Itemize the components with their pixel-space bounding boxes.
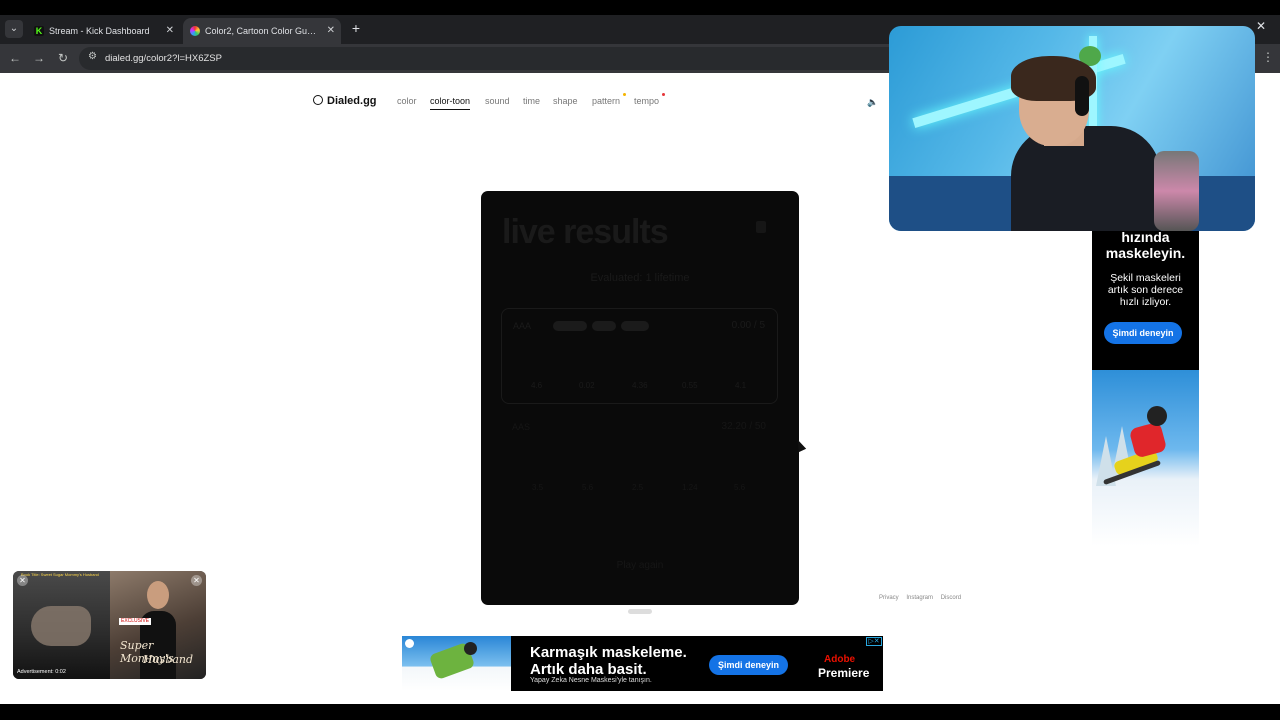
badge — [592, 321, 616, 331]
exclusive-badge: EXCLUSIVE — [119, 618, 152, 625]
ad-close-icon[interactable]: ▷✕ — [866, 637, 882, 646]
close-icon[interactable]: ✕ — [166, 18, 174, 44]
tab-title: Stream - Kick Dashboard — [49, 26, 150, 36]
footer-link-privacy[interactable]: Privacy — [879, 595, 899, 601]
url-text[interactable]: dialed.gg/color2?l=HX6ZSP — [105, 47, 222, 70]
banner-tagline: Yapay Zeka Nesne Maskesi'yle tanışın. — [530, 677, 652, 684]
banner-headline-line: Artık daha basit. — [530, 661, 647, 678]
round-value: 5.6 — [582, 483, 594, 492]
color-wheel-icon — [190, 26, 200, 36]
ad-cta-button[interactable]: Şimdi deneyin — [1104, 322, 1182, 344]
reload-icon[interactable]: ↻ — [55, 50, 71, 66]
share-icon[interactable] — [756, 221, 766, 233]
ad-headline: hızında maskeleyin. — [1092, 229, 1199, 261]
drawer-handle[interactable] — [628, 609, 652, 614]
round-value: 3.5 — [532, 483, 544, 492]
logo-icon — [313, 95, 323, 105]
snowboarder-image — [1092, 370, 1199, 546]
round-value: 4.6 — [531, 381, 543, 390]
video-ad-caption: Book Title: Sweet Sugar Mommy's Husband — [21, 572, 99, 577]
tab-kick-dashboard[interactable]: K Stream - Kick Dashboard ✕ — [27, 18, 180, 44]
round-value: 0.55 — [682, 381, 698, 390]
new-dot — [623, 93, 626, 96]
side-ad[interactable]: hızında maskeleyin. Şekil maskeleri artı… — [1092, 229, 1199, 546]
round-value: 2.5 — [632, 483, 644, 492]
round-value: 5.6 — [734, 483, 746, 492]
modal-subtitle: Evaluated: 1 lifetime — [590, 272, 690, 284]
banner-cta-button[interactable]: Şimdi deneyin — [709, 655, 788, 675]
player-name: AAS — [512, 422, 531, 432]
badge — [621, 321, 649, 331]
nav-time[interactable]: time — [523, 96, 540, 106]
video-frame-left — [13, 571, 110, 679]
nav-tempo[interactable]: tempo — [634, 96, 659, 106]
play-again-button[interactable]: Play again — [481, 560, 799, 571]
video-ad[interactable]: Book Title: Sweet Sugar Mommy's Husband … — [13, 571, 206, 679]
figure-shape — [464, 642, 477, 655]
banner-ad-image — [402, 636, 511, 691]
tab-search-icon[interactable]: ⌄ — [5, 20, 23, 38]
person-shape — [1011, 126, 1161, 231]
footer-link-instagram[interactable]: Instagram — [906, 595, 933, 601]
headset-shape — [1075, 76, 1089, 116]
video-ad-timer: Advertisement: 0:02 — [17, 669, 66, 675]
ad-headline-line: hızında — [1121, 229, 1170, 245]
sound-icon[interactable]: 🔈 — [867, 97, 878, 108]
player-score: 32.20 / 50 — [721, 421, 766, 432]
new-dot — [662, 93, 665, 96]
footer-link-discord[interactable]: Discord — [941, 595, 961, 601]
webcam-overlay — [889, 26, 1255, 231]
adobe-logo: Adobe — [824, 654, 856, 665]
close-icon[interactable]: ✕ — [191, 575, 202, 586]
nav-color-toon[interactable]: color-toon — [430, 96, 471, 110]
round-value: 0.02 — [579, 381, 595, 390]
microphone-shape — [1154, 151, 1199, 231]
screen: ⌄ K Stream - Kick Dashboard ✕ Color2, Ca… — [0, 0, 1280, 720]
banner-headline: Karmaşık maskeleme. Artık daha basit. — [530, 644, 687, 678]
figure-shape — [31, 606, 91, 646]
close-icon[interactable]: ✕ — [327, 18, 335, 44]
menu-icon[interactable]: ⋮ — [1262, 50, 1274, 64]
ad-body-line: artık son derece — [1107, 284, 1184, 296]
address-bar[interactable]: ⚙ dialed.gg/color2?l=HX6ZSP — [79, 47, 899, 70]
site-logo[interactable]: Dialed.gg — [313, 95, 377, 107]
player-name: AAA — [513, 321, 532, 331]
ad-body: Şekil maskeleri artık son derece hızlı i… — [1092, 272, 1199, 308]
banner-headline-line: Karmaşık maskeleme. — [530, 644, 687, 661]
badge — [553, 321, 587, 331]
nav-sound[interactable]: sound — [485, 96, 510, 106]
figure-shape — [1147, 406, 1167, 426]
new-tab-button[interactable]: + — [346, 18, 366, 38]
ad-body-line: Şekil maskeleri — [1110, 272, 1181, 284]
close-icon[interactable]: ✕ — [17, 575, 28, 586]
back-icon[interactable]: ← — [7, 50, 23, 66]
footer-links: Privacy Instagram Discord — [879, 595, 967, 601]
figure-shape — [147, 581, 169, 609]
forward-icon[interactable]: → — [31, 50, 47, 66]
figure-shape — [1128, 421, 1168, 459]
nav-pattern[interactable]: pattern — [592, 96, 620, 106]
nav-shape[interactable]: shape — [553, 96, 578, 106]
player-result-card: AAA 0.00 / 5 4.6 0.02 4.36 0.55 4.1 — [501, 308, 778, 404]
adchoices-icon[interactable] — [405, 639, 414, 648]
nav-color[interactable]: color — [397, 96, 417, 106]
window-close-icon[interactable]: ✕ — [1256, 19, 1266, 33]
round-value: 1.24 — [682, 483, 698, 492]
ad-headline-line: maskeleyin. — [1105, 245, 1186, 261]
round-value: 4.1 — [735, 381, 747, 390]
premiere-logo: Premiere — [818, 666, 870, 680]
logo-text: Dialed.gg — [327, 95, 377, 107]
player-score: 0.00 / 5 — [731, 320, 765, 331]
kick-icon: K — [34, 26, 44, 36]
banner-ad[interactable]: Karmaşık maskeleme. Artık daha basit. Ya… — [402, 636, 883, 691]
ad-body-line: hızlı izliyor. — [1119, 296, 1172, 308]
video-ad-title: Husband — [143, 653, 194, 666]
tab-color2[interactable]: Color2, Cartoon Color Guessing ✕ — [183, 18, 341, 44]
live-results-modal: live results Evaluated: 1 lifetime AAA 0… — [481, 191, 799, 605]
tab-title: Color2, Cartoon Color Guessing — [205, 26, 321, 36]
round-value: 4.36 — [632, 381, 648, 390]
site-settings-icon[interactable]: ⚙ — [88, 51, 97, 62]
modal-title: live results — [502, 213, 669, 251]
